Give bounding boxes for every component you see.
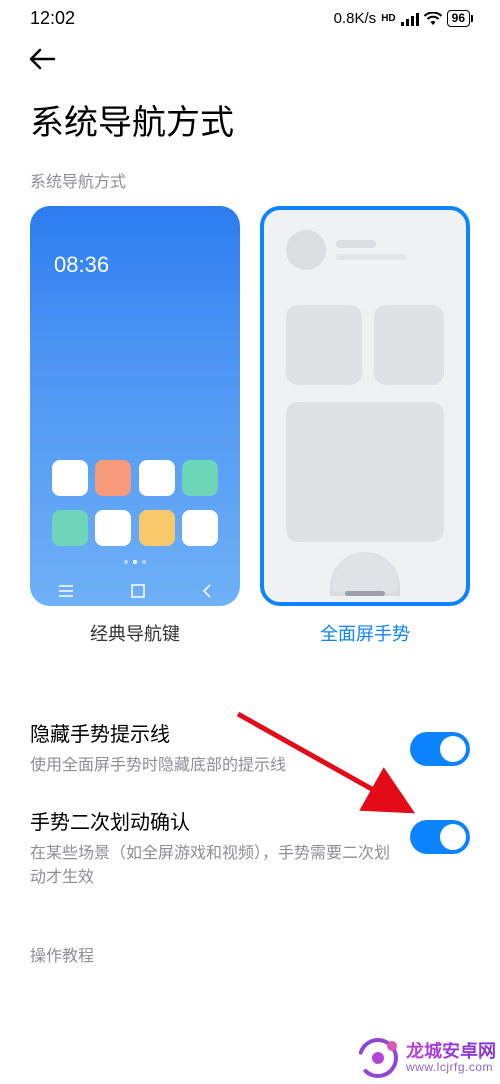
preview-clock: 08:36 (54, 252, 109, 278)
preview-gesture (260, 206, 470, 606)
section-label: 系统导航方式 (0, 168, 500, 206)
preview-navbar (30, 584, 240, 598)
settings-list: 隐藏手势提示线 使用全面屏手势时隐藏底部的提示线 手势二次划动确认 在某些场景（… (0, 646, 500, 906)
setting-desc: 在某些场景（如全屏游戏和视频），手势需要二次划动才生效 (30, 842, 394, 890)
battery-indicator: 96 (447, 10, 470, 27)
gesture-hint-bar (345, 591, 385, 596)
option-classic[interactable]: 08:36 (30, 206, 240, 646)
signal-icon (401, 12, 419, 26)
wifi-icon (423, 12, 443, 26)
watermark: 龙城安卓网 www.lcjrfg.com (356, 1036, 496, 1080)
status-hd-label: HD (380, 12, 396, 25)
watermark-name: 龙城安卓网 (406, 1042, 496, 1062)
setting-hide-hint-line: 隐藏手势提示线 使用全面屏手势时隐藏底部的提示线 (30, 706, 470, 794)
status-bar: 12:02 0.8K/s HD 96 (0, 0, 500, 33)
status-right: 0.8K/s HD 96 (334, 10, 470, 27)
preview-app-grid (30, 460, 240, 546)
status-time: 12:02 (30, 8, 75, 29)
nav-style-options: 08:36 (0, 206, 500, 646)
watermark-url: www.lcjrfg.com (406, 1061, 496, 1074)
setting-desc: 使用全面屏手势时隐藏底部的提示线 (30, 754, 394, 778)
preview-page-dots (30, 560, 240, 564)
toggle-double-swipe-confirm[interactable] (410, 820, 470, 854)
arrow-left-icon (28, 48, 56, 70)
toggle-hide-hint-line[interactable] (410, 732, 470, 766)
setting-double-swipe-confirm: 手势二次划动确认 在某些场景（如全屏游戏和视频），手势需要二次划动才生效 (30, 794, 470, 906)
menu-icon (58, 584, 74, 598)
watermark-logo-icon (356, 1036, 400, 1080)
option-gesture-label: 全面屏手势 (320, 606, 410, 646)
back-button[interactable] (28, 45, 56, 73)
square-icon (131, 584, 145, 598)
tutorial-section-label: 操作教程 (0, 906, 500, 966)
page-title: 系统导航方式 (0, 79, 500, 168)
chevron-left-icon (202, 584, 212, 598)
option-classic-label: 经典导航键 (90, 606, 180, 646)
preview-classic: 08:36 (30, 206, 240, 606)
setting-title: 隐藏手势提示线 (30, 722, 394, 748)
option-gesture[interactable]: 全面屏手势 (260, 206, 470, 646)
setting-title: 手势二次划动确认 (30, 810, 394, 836)
status-net-speed: 0.8K/s (334, 10, 377, 27)
